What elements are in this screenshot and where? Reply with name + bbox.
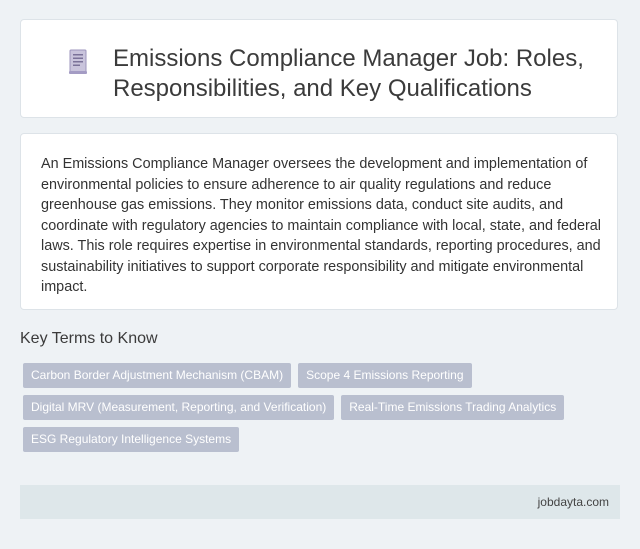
summary-text: An Emissions Compliance Manager oversees…: [41, 156, 601, 295]
tag-esg-intelligence[interactable]: ESG Regulatory Intelligence Systems: [23, 427, 240, 452]
tag-digital-mrv[interactable]: Digital MRV (Measurement, Reporting, and…: [23, 395, 335, 420]
page-title: Emissions Compliance Manager Job: Roles,…: [113, 45, 584, 102]
footer-site-link[interactable]: jobdayta.com: [538, 495, 609, 509]
tag-emissions-trading[interactable]: Real-Time Emissions Trading Analytics: [341, 395, 565, 420]
key-terms-heading: Key Terms to Know: [20, 330, 158, 347]
summary-card: An Emissions Compliance Manager oversees…: [20, 133, 618, 310]
tag-scope-4[interactable]: Scope 4 Emissions Reporting: [298, 363, 472, 388]
document-icon: [69, 49, 87, 74]
title-card: Emissions Compliance Manager Job: Roles,…: [20, 19, 618, 118]
tag-cbam[interactable]: Carbon Border Adjustment Mechanism (CBAM…: [23, 363, 292, 388]
key-terms-tags: Carbon Border Adjustment Mechanism (CBAM…: [23, 363, 593, 452]
footer: jobdayta.com: [20, 485, 620, 519]
